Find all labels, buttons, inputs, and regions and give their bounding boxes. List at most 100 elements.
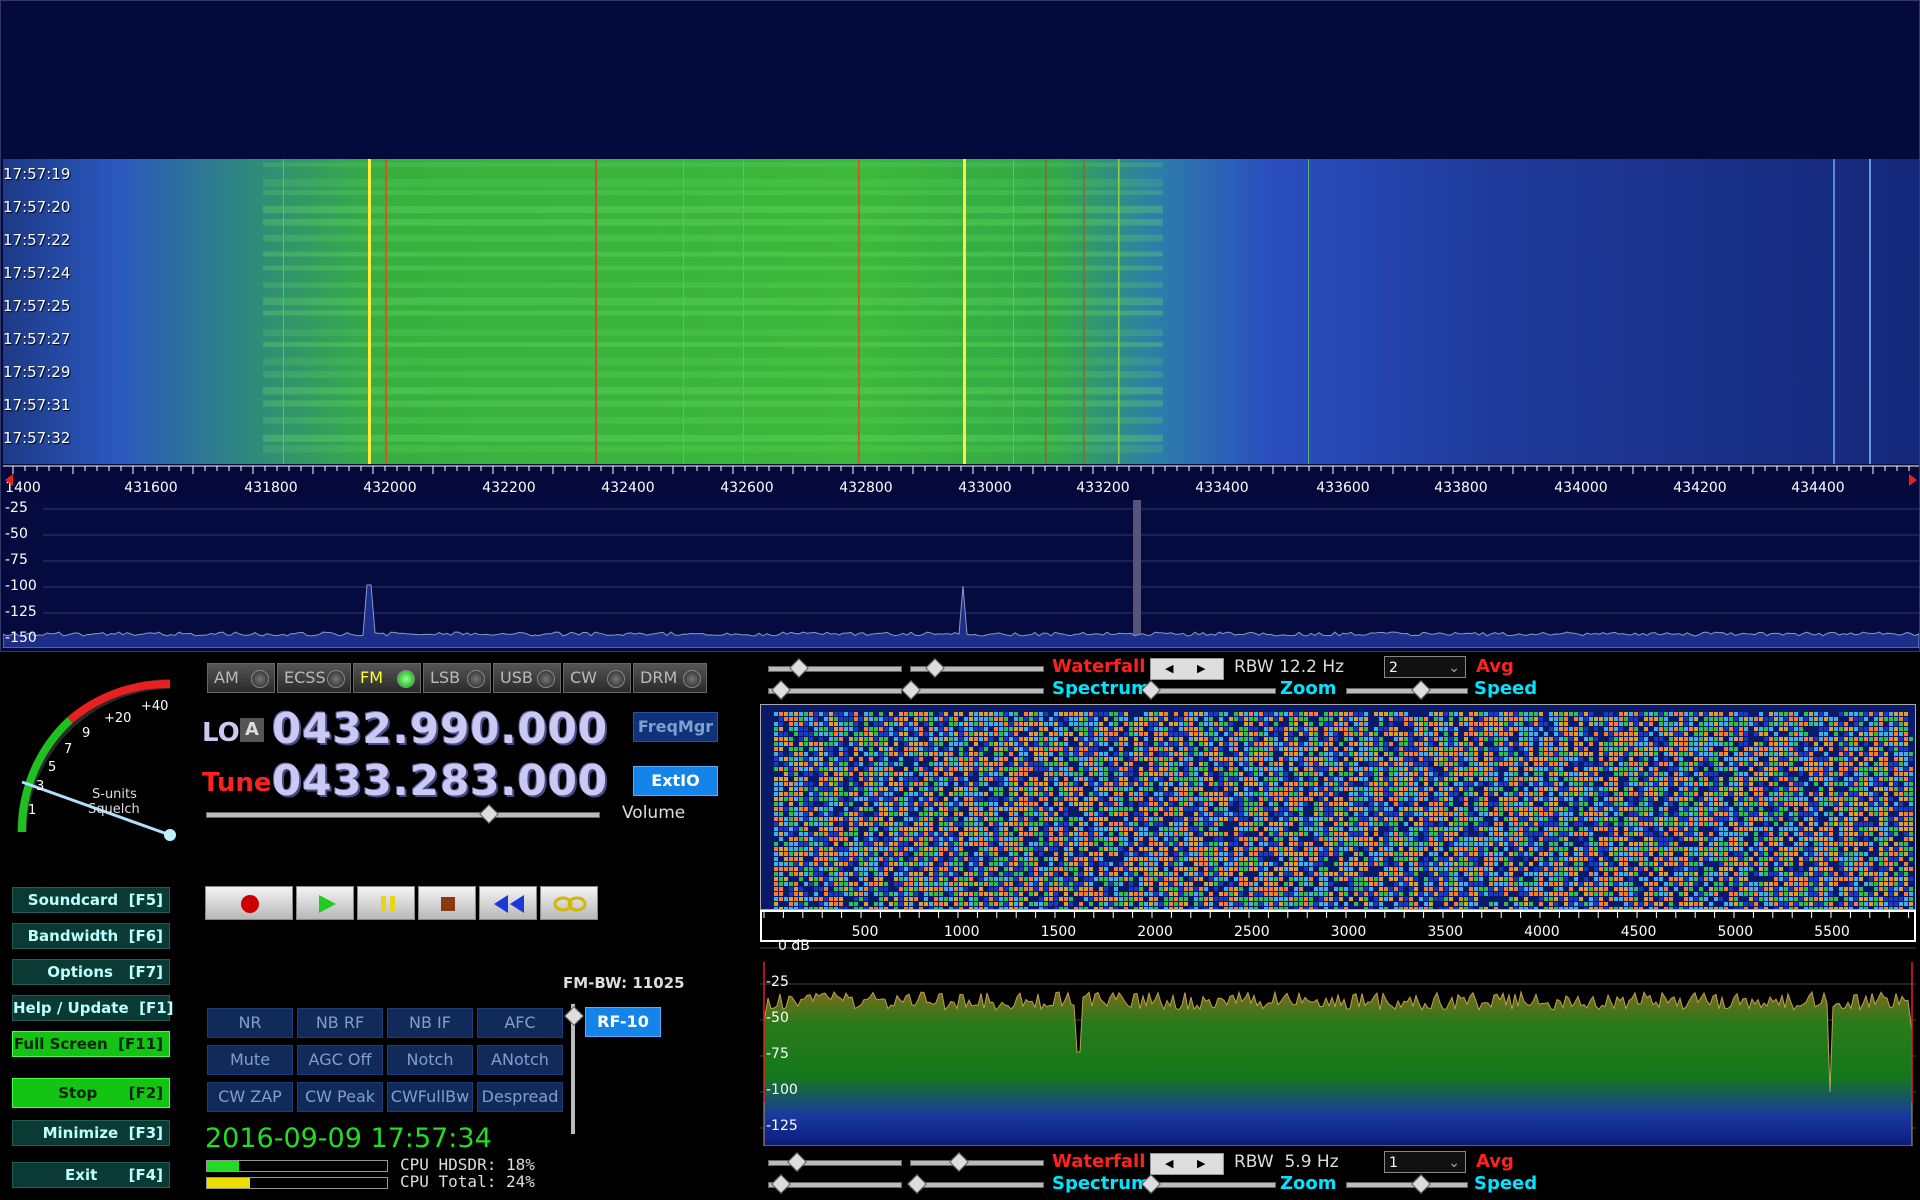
af-freq-tick-label: 3000: [1331, 924, 1367, 940]
datetime-display: 2016-09-09 17:57:34: [205, 1123, 492, 1154]
mode-led-icon: [327, 670, 345, 688]
af-avg-value-bottom: 1: [1389, 1155, 1398, 1171]
side-button[interactable]: Full Screen [F11]: [12, 1031, 170, 1057]
s-meter[interactable]: 1 3 5 7 9 +20 +40 S-units Squelch: [10, 670, 200, 850]
side-button[interactable]: Stop [F2]: [12, 1078, 170, 1108]
rf-db-label: -100: [5, 578, 37, 594]
pause-button[interactable]: [357, 886, 415, 920]
dsp-button-agc-off[interactable]: AGC Off: [297, 1045, 383, 1075]
squelch-handle[interactable]: [164, 829, 176, 841]
freq-tick-label: 431800: [244, 480, 297, 496]
extio-button[interactable]: ExtIO: [633, 766, 718, 796]
side-button[interactable]: Options [F7]: [12, 959, 170, 985]
af-spectrum-slider-2[interactable]: [910, 688, 1044, 694]
record-button[interactable]: [205, 886, 293, 920]
tune-frequency-display[interactable]: 0433.283.000: [272, 756, 608, 805]
af-avg-select-top[interactable]: 2 ⌄: [1384, 656, 1466, 678]
rewind-button[interactable]: [479, 886, 537, 920]
af-speed-slider-bottom[interactable]: [1346, 1182, 1468, 1188]
side-button[interactable]: Soundcard [F5]: [12, 887, 170, 913]
rf-spectrum[interactable]: [3, 500, 1919, 648]
af-rbw-bottom: RBW 5.9 Hz: [1234, 1152, 1339, 1172]
freq-tick-label: 433400: [1195, 480, 1248, 496]
dsp-button-nr[interactable]: NR: [207, 1008, 293, 1038]
waterfall-timestamp: 17:57:19: [3, 165, 70, 183]
af-avg-label-bottom: Avg: [1476, 1151, 1514, 1172]
freq-tick-label: 432600: [720, 480, 773, 496]
af-spectrum-slider-4[interactable]: [910, 1182, 1044, 1188]
main-waterfall-panel[interactable]: 17:57:19 17:57:20 17:57:22 17:57:24 17:57:25…: [0, 0, 1920, 652]
play-icon: [317, 894, 337, 914]
tune-marker[interactable]: [1133, 500, 1141, 648]
arrow-right-icon[interactable]: ▶: [1197, 662, 1205, 675]
af-waterfall-slider-4[interactable]: [910, 1160, 1044, 1166]
side-button[interactable]: Help / Update [F1]: [12, 995, 170, 1021]
dsp-button-cwfullbw[interactable]: CWFullBw: [387, 1082, 473, 1112]
lo-badge[interactable]: A: [240, 718, 264, 742]
side-button[interactable]: Minimize [F3]: [12, 1120, 170, 1146]
dsp-button-nb-if[interactable]: NB IF: [387, 1008, 473, 1038]
af-avg-select-bottom[interactable]: 1 ⌄: [1384, 1151, 1466, 1173]
dsp-button-despread[interactable]: Despread: [477, 1082, 563, 1112]
freqmgr-button[interactable]: FreqMgr: [633, 712, 718, 742]
waterfall-timestamp: 17:57:22: [3, 231, 70, 249]
mode-button-fm[interactable]: FM: [353, 663, 421, 693]
volume-slider[interactable]: [206, 812, 600, 818]
af-waterfall[interactable]: [760, 704, 1916, 910]
af-waterfall-label-bottom: Waterfall: [1052, 1151, 1145, 1172]
volume-label: Volume: [622, 803, 685, 823]
af-spectrum-label-top: Spectrum: [1052, 678, 1150, 699]
mode-button-am[interactable]: AM: [207, 663, 275, 693]
freq-tick-label: 432800: [839, 480, 892, 496]
dsp-button-mute[interactable]: Mute: [207, 1045, 293, 1075]
dsp-button-afc[interactable]: AFC: [477, 1008, 563, 1038]
side-button[interactable]: Bandwidth [F6]: [12, 923, 170, 949]
af-db-label: -25: [766, 974, 789, 990]
arrow-left-icon[interactable]: ◀: [1165, 1157, 1173, 1170]
mode-led-icon: [397, 670, 415, 688]
smeter-scale-3: 3: [36, 779, 44, 794]
smeter-scale-5: 5: [48, 760, 56, 775]
dsp-button-nb-rf[interactable]: NB RF: [297, 1008, 383, 1038]
mode-button-drm[interactable]: DRM: [633, 663, 707, 693]
mode-label: LSB: [430, 668, 460, 687]
stop-playback-button[interactable]: [418, 886, 476, 920]
rf-waterfall[interactable]: [3, 159, 1919, 464]
scroll-right-icon[interactable]: [1909, 474, 1917, 486]
af-waterfall-slider-1[interactable]: [768, 666, 902, 672]
arrow-left-icon[interactable]: ◀: [1165, 662, 1173, 675]
mode-button-usb[interactable]: USB: [493, 663, 561, 693]
dsp-button-cw-zap[interactable]: CW ZAP: [207, 1082, 293, 1112]
af-speed-slider-top[interactable]: [1346, 688, 1468, 694]
loop-button[interactable]: [540, 886, 598, 920]
af-waterfall-arrows-bottom[interactable]: ◀ ▶: [1150, 1153, 1224, 1175]
rf-frequency-scale[interactable]: 1400 431600 431800 432000 432200 432400 432600…: [3, 464, 1919, 500]
rf-gain-button[interactable]: RF-10: [585, 1007, 661, 1037]
fm-bandwidth-label: FM-BW: 11025: [563, 974, 685, 992]
af-avg-label-top: Avg: [1476, 656, 1514, 677]
rewind-icon: [492, 894, 526, 914]
lo-frequency-display[interactable]: 0432.990.000: [272, 704, 608, 753]
side-button[interactable]: Exit [F4]: [12, 1162, 170, 1188]
dsp-button-notch[interactable]: Notch: [387, 1045, 473, 1075]
mode-button-ecss[interactable]: ECSS: [277, 663, 351, 693]
af-zoom-slider-bottom[interactable]: [1150, 1182, 1276, 1188]
mode-button-cw[interactable]: CW: [563, 663, 631, 693]
af-zoom-slider-top[interactable]: [1150, 688, 1276, 694]
mode-label: ECSS: [284, 668, 326, 687]
mode-label: USB: [500, 668, 533, 687]
freq-tick-label: 432400: [601, 480, 654, 496]
dsp-button-anotch[interactable]: ANotch: [477, 1045, 563, 1075]
mode-button-lsb[interactable]: LSB: [423, 663, 491, 693]
play-button[interactable]: [296, 886, 354, 920]
af-waterfall-label-top: Waterfall: [1052, 656, 1145, 677]
arrow-right-icon[interactable]: ▶: [1197, 1157, 1205, 1170]
af-freq-tick-label: 4000: [1524, 924, 1560, 940]
mode-label: DRM: [640, 668, 677, 687]
waterfall-timestamp: 17:57:31: [3, 396, 70, 414]
af-waterfall-arrows-top[interactable]: ◀ ▶: [1150, 658, 1224, 680]
af-frequency-scale[interactable]: 500 1000 1500 2000 2500 3000 3500 4000 4500 5000 5…: [760, 910, 1916, 942]
af-spectrum[interactable]: [760, 942, 1916, 1146]
record-icon: [241, 895, 259, 913]
dsp-button-cw-peak[interactable]: CW Peak: [297, 1082, 383, 1112]
